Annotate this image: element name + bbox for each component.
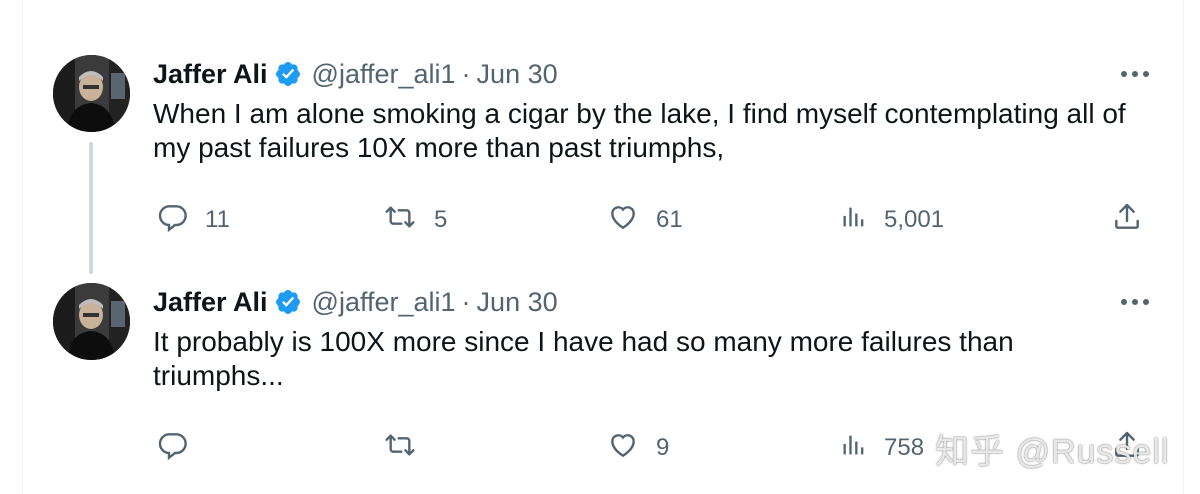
tweet-date[interactable]: Jun 30 [477,287,558,318]
reply-icon [157,429,189,468]
retweet-button[interactable] [382,428,434,468]
tweet-header: Jaffer Ali @jaffer_ali1 · Jun 30 [153,56,558,92]
views-count: 758 [884,434,925,461]
verified-badge-icon [274,60,302,88]
tweet-header: Jaffer Ali @jaffer_ali1 · Jun 30 [153,284,558,320]
like-button[interactable]: 9 [606,428,669,468]
like-icon [606,201,640,240]
display-name[interactable]: Jaffer Ali [153,287,268,318]
separator-dot: · [461,286,471,317]
views-button[interactable]: 758 [840,428,924,468]
display-name[interactable]: Jaffer Ali [153,59,268,90]
retweet-icon [382,429,418,468]
reply-count: 11 [205,206,230,233]
user-handle[interactable]: @jaffer_ali1 [312,287,456,318]
user-handle[interactable]: @jaffer_ali1 [312,59,456,90]
avatar[interactable] [53,283,130,360]
separator-dot: · [461,58,471,89]
views-count: 5,001 [884,206,945,233]
tweet-text: When I am alone smoking a cigar by the l… [153,98,1126,163]
retweet-count: 5 [434,206,448,233]
reply-icon [157,201,189,240]
watermark: 知乎 @Russell [935,433,1170,471]
views-icon [840,431,868,466]
avatar[interactable] [53,55,130,132]
tweet-actions: 11 5 61 5,001 [0,200,1200,240]
more-icon[interactable] [1118,292,1152,312]
share-icon [1111,201,1143,240]
tweet-text: It probably is 100X more since I have ha… [153,326,1014,391]
share-button[interactable] [1111,200,1143,240]
views-icon [840,203,868,238]
like-count: 9 [656,434,670,461]
verified-badge-icon [274,288,302,316]
tweet-date[interactable]: Jun 30 [477,59,558,90]
retweet-icon [382,201,418,240]
retweet-button[interactable]: 5 [382,200,447,240]
like-count: 61 [656,206,683,233]
like-icon [606,429,640,468]
reply-button[interactable]: 11 [157,200,230,240]
views-button[interactable]: 5,001 [840,200,944,240]
more-icon[interactable] [1118,64,1152,84]
reply-button[interactable] [157,428,205,468]
like-button[interactable]: 61 [606,200,683,240]
